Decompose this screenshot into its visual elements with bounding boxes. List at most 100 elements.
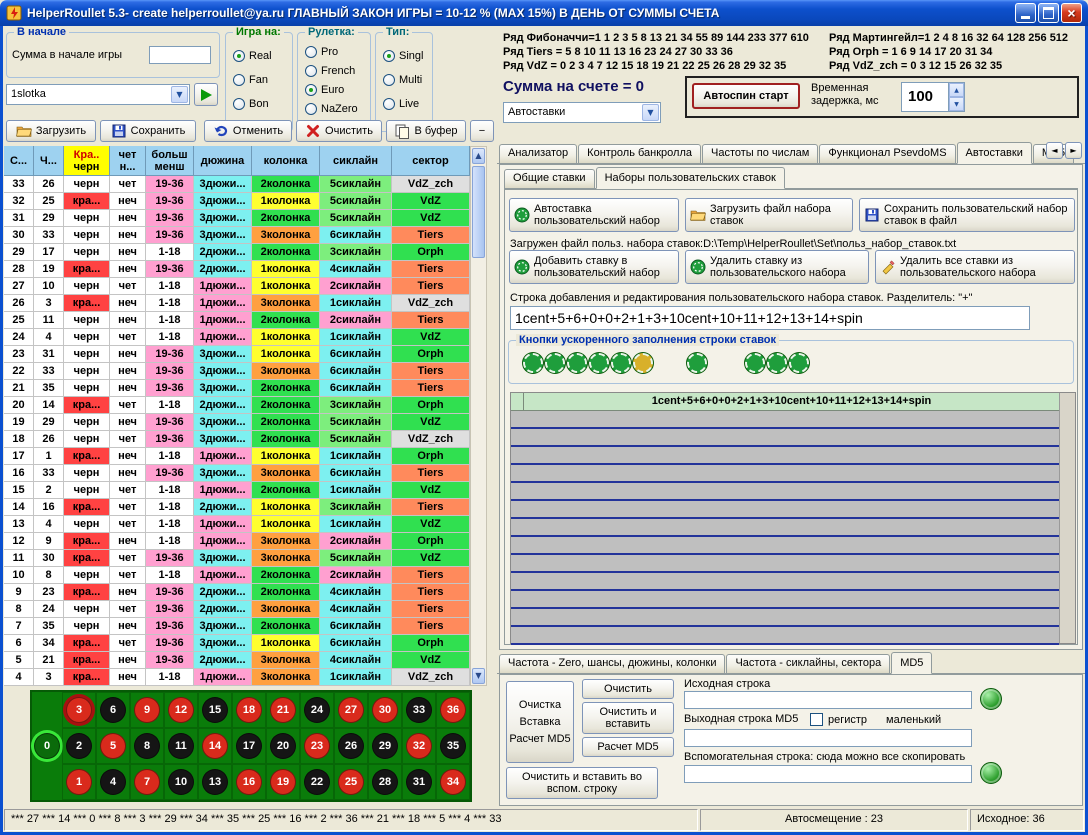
table-row[interactable]: 2233черннеч19-363дюжи...3колонка6сиклайн… <box>4 363 470 380</box>
table-row[interactable]: 2819кра...неч19-362дюжи...1колонка4сикла… <box>4 261 470 278</box>
chip-button-10[interactable] <box>789 353 809 373</box>
autospin-start-button[interactable]: Автоспин старт <box>692 83 800 109</box>
board-cell-22[interactable]: 22 <box>300 764 334 800</box>
radio-pro[interactable]: Pro <box>305 45 338 59</box>
chip-button-9[interactable] <box>767 353 787 373</box>
scrollbar-thumb[interactable] <box>472 166 485 258</box>
board-cell-16[interactable]: 16 <box>232 764 266 800</box>
table-row[interactable]: 634кра...чет19-363дюжи...1колонка6сиклай… <box>4 635 470 652</box>
bet-string-input[interactable] <box>510 306 1030 330</box>
chip-button-5[interactable] <box>611 353 631 373</box>
play-button[interactable] <box>194 83 218 106</box>
chip-button-4[interactable] <box>589 353 609 373</box>
table-row[interactable]: 2135черннеч19-363дюжи...2колонка6сиклайн… <box>4 380 470 397</box>
table-row[interactable]: 134чернчет1-181дюжи...1колонка1сиклайнVd… <box>4 516 470 533</box>
board-cell-35[interactable]: 35 <box>436 728 470 764</box>
board-cell-24[interactable]: 24 <box>300 692 334 728</box>
scroll-down-icon[interactable]: ▼ <box>472 668 485 684</box>
tab-freq-sixlines-sectors[interactable]: Частота - сиклайны, сектора <box>726 654 890 673</box>
table-row[interactable]: 2917черннеч1-182дюжи...2колонка3сиклайнO… <box>4 244 470 261</box>
board-cell-25[interactable]: 25 <box>334 764 368 800</box>
add-bet-button[interactable]: Добавить ставку в пользовательский набор <box>509 250 679 284</box>
table-row[interactable]: 3326чернчет19-363дюжи...2колонка5сиклайн… <box>4 176 470 193</box>
to-buffer-button[interactable]: В буфер <box>386 120 466 142</box>
board-cell-26[interactable]: 26 <box>334 728 368 764</box>
tab-bankroll-control[interactable]: Контроль банкролла <box>578 144 701 163</box>
board-cell-30[interactable]: 30 <box>368 692 402 728</box>
tab-psevdoms[interactable]: Функционал PsevdoMS <box>819 144 955 163</box>
autobets-combobox[interactable]: Автоставки ▼ <box>503 102 661 123</box>
remove-bet-button[interactable]: Удалить ставку из пользовательского набо… <box>685 250 869 284</box>
board-cell-28[interactable]: 28 <box>368 764 402 800</box>
board-cell-4[interactable]: 4 <box>96 764 130 800</box>
board-cell-36[interactable]: 36 <box>436 692 470 728</box>
board-cell-23[interactable]: 23 <box>300 728 334 764</box>
board-cell-27[interactable]: 27 <box>334 692 368 728</box>
radio-bon[interactable]: Bon <box>233 97 269 111</box>
board-cell-6[interactable]: 6 <box>96 692 130 728</box>
chevron-down-icon[interactable]: ▼ <box>171 86 188 103</box>
table-scrollbar[interactable]: ▲ ▼ <box>470 146 487 686</box>
bet-list-row[interactable] <box>511 519 1059 537</box>
register-checkbox[interactable] <box>810 713 823 726</box>
table-row[interactable]: 1130кра...чет19-363дюжи...3колонка5сикла… <box>4 550 470 567</box>
table-row[interactable]: 923кра...неч19-362дюжи...2колонка4сиклай… <box>4 584 470 601</box>
board-cell-32[interactable]: 32 <box>402 728 436 764</box>
table-row[interactable]: 43кра...неч1-181дюжи...3колонка1сиклайнV… <box>4 669 470 686</box>
spinner-up-icon[interactable]: ▲ <box>949 83 964 97</box>
tabs-scroll-left-icon[interactable]: ◄ <box>1046 142 1063 159</box>
bet-list-row[interactable] <box>511 501 1059 519</box>
remove-all-bets-button[interactable]: Удалить все ставки из пользовательского … <box>875 250 1075 284</box>
load-set-file-button[interactable]: Загрузить файл набора ставок <box>685 198 853 232</box>
board-cell-19[interactable]: 19 <box>266 764 300 800</box>
md5-clear-paste-aux-button[interactable]: Очистить и вставить во вспом. строку <box>506 767 658 799</box>
delay-spinner[interactable]: 100 ▲ ▼ <box>901 82 965 112</box>
collapse-button[interactable]: − <box>470 120 494 142</box>
tabs-scroll-right-icon[interactable]: ► <box>1065 142 1082 159</box>
save-button[interactable]: Сохранить <box>100 120 196 142</box>
autobet-user-set-button[interactable]: Автоставка пользовательский набор <box>509 198 679 232</box>
table-row[interactable]: 3033черннеч19-363дюжи...3колонка6сиклайн… <box>4 227 470 244</box>
board-cell-31[interactable]: 31 <box>402 764 436 800</box>
tab-analizator[interactable]: Анализатор <box>499 144 577 163</box>
bet-list-row[interactable] <box>511 483 1059 501</box>
board-cell-21[interactable]: 21 <box>266 692 300 728</box>
clear-button[interactable]: Очистить <box>296 120 382 142</box>
radio-fan[interactable]: Fan <box>233 73 268 87</box>
bet-list-row[interactable] <box>511 555 1059 573</box>
board-cell-20[interactable]: 20 <box>266 728 300 764</box>
maximize-button[interactable] <box>1038 3 1059 23</box>
table-row[interactable]: 108чернчет1-181дюжи...2колонка2сиклайнTi… <box>4 567 470 584</box>
board-cell-29[interactable]: 29 <box>368 728 402 764</box>
table-row[interactable]: 824чернчет19-362дюжи...3колонка4сиклайнT… <box>4 601 470 618</box>
radio-nazero[interactable]: NaZero <box>305 102 358 116</box>
md5-aux-input[interactable] <box>684 765 972 783</box>
board-cell-8[interactable]: 8 <box>130 728 164 764</box>
bet-list-row[interactable] <box>511 627 1059 645</box>
table-row[interactable]: 2014кра...чет1-182дюжи...2колонка3сиклай… <box>4 397 470 414</box>
slot-combobox[interactable]: 1slotka ▼ <box>6 84 190 105</box>
md5-clear-paste-button[interactable]: Очистить и вставить <box>582 702 674 734</box>
table-row[interactable]: 2710чернчет1-181дюжи...1колонка2сиклайнT… <box>4 278 470 295</box>
board-cell-13[interactable]: 13 <box>198 764 232 800</box>
close-button[interactable] <box>1061 3 1082 23</box>
load-button[interactable]: Загрузить <box>6 120 96 142</box>
spinner-down-icon[interactable]: ▼ <box>949 97 964 111</box>
table-row[interactable]: 735черннеч19-363дюжи...2колонка6сиклайнT… <box>4 618 470 635</box>
board-cell-34[interactable]: 34 <box>436 764 470 800</box>
board-cell-11[interactable]: 11 <box>164 728 198 764</box>
board-cell-7[interactable]: 7 <box>130 764 164 800</box>
md5-clear-button[interactable]: Очистить <box>582 679 674 699</box>
board-cell-17[interactable]: 17 <box>232 728 266 764</box>
md5-calc-button[interactable]: Расчет MD5 <box>582 737 674 757</box>
save-set-file-button[interactable]: Сохранить пользовательский набор ставок … <box>859 198 1075 232</box>
table-row[interactable]: 2331черннеч19-363дюжи...1колонка6сиклайн… <box>4 346 470 363</box>
board-cell-10[interactable]: 10 <box>164 764 198 800</box>
radio-live[interactable]: Live <box>383 97 419 111</box>
board-cell-5[interactable]: 5 <box>96 728 130 764</box>
start-sum-input[interactable] <box>149 46 211 64</box>
board-cell-12[interactable]: 12 <box>164 692 198 728</box>
md5-output-input[interactable] <box>684 729 972 747</box>
table-row[interactable]: 152чернчет1-181дюжи...2колонка1сиклайнVd… <box>4 482 470 499</box>
bet-set-list[interactable]: 1cent+5+6+0+0+2+1+3+10cent+10+11+12+13+1… <box>510 392 1076 644</box>
